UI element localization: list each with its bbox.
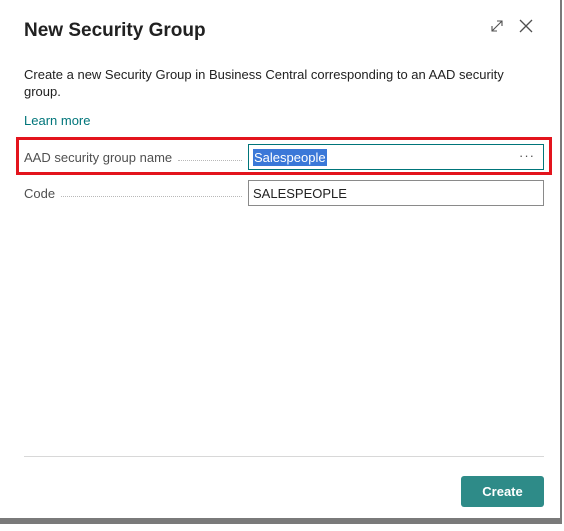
create-button[interactable]: Create [461,476,544,507]
footer-divider [24,456,544,457]
expand-icon[interactable] [490,19,504,33]
code-value: SALESPEOPLE [253,185,347,201]
close-icon[interactable] [518,18,534,34]
dialog-description: Create a new Security Group in Business … [24,67,504,99]
title-actions [490,18,534,34]
new-security-group-dialog: New Security Group Create a new Security… [0,0,562,524]
aad-group-name-label: AAD security group name [24,150,248,165]
aad-group-name-label-text: AAD security group name [24,149,173,165]
code-label-text: Code [24,185,56,201]
dialog-title: New Security Group [24,20,206,41]
code-input[interactable]: SALESPEOPLE [248,180,544,206]
aad-group-name-row: AAD security group name Salespeople ··· [24,144,544,170]
label-leader-dots [61,195,242,197]
aad-group-name-value: Salespeople [253,148,327,166]
label-leader-dots [178,159,242,161]
lookup-ellipsis-button[interactable]: ··· [519,148,535,163]
aad-group-name-input[interactable]: Salespeople ··· [248,144,544,170]
code-label: Code [24,186,248,201]
code-row: Code SALESPEOPLE [24,180,544,206]
learn-more-link[interactable]: Learn more [24,113,90,128]
